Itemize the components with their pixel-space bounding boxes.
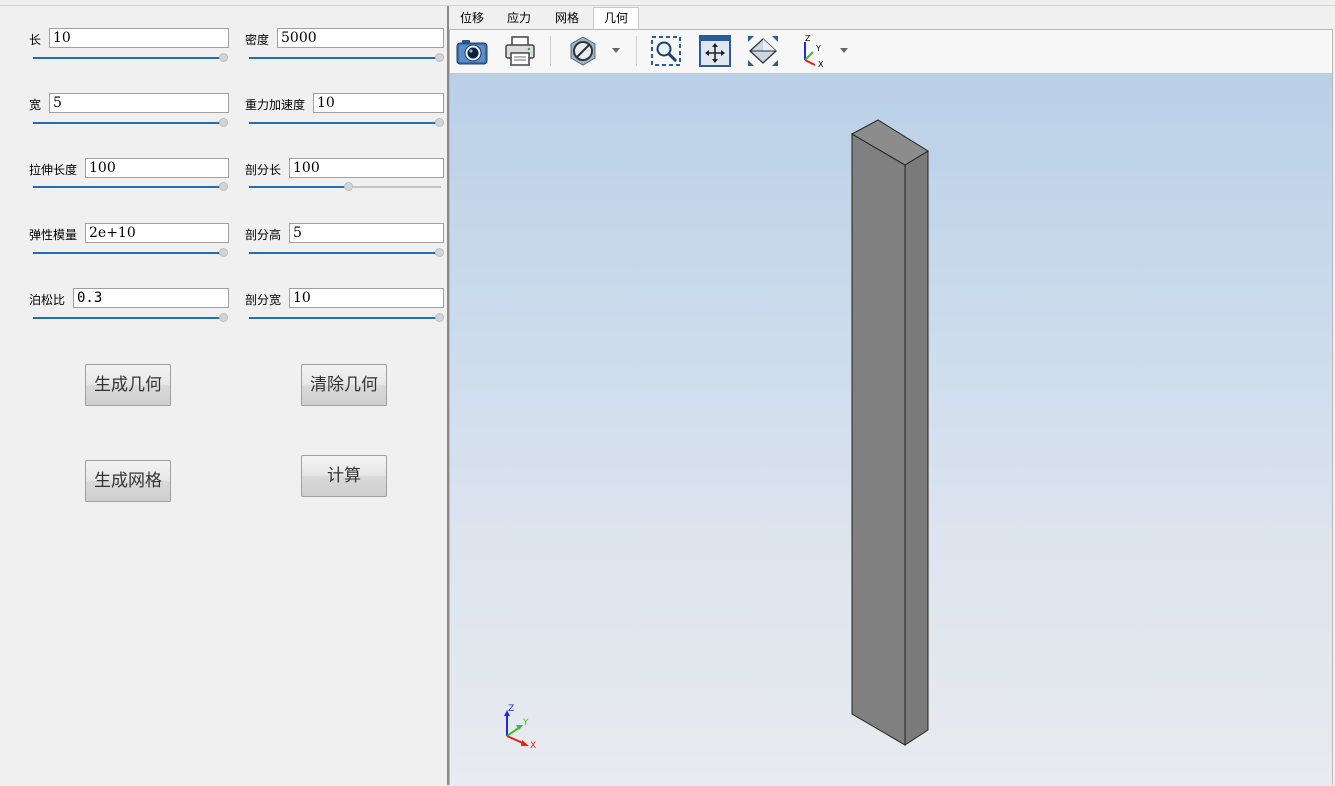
density-slider-handle[interactable]	[435, 53, 444, 62]
length-label: 长	[29, 33, 42, 47]
svg-text:Z: Z	[805, 34, 811, 43]
extrude-length-slider[interactable]	[33, 182, 228, 193]
width-label: 宽	[29, 98, 42, 112]
mesh-length-input[interactable]	[289, 158, 444, 178]
gravity-input[interactable]	[313, 93, 444, 113]
poisson-ratio-slider[interactable]	[33, 313, 228, 324]
mesh-width-input[interactable]	[289, 288, 444, 308]
mesh-height-slider-handle[interactable]	[435, 248, 444, 257]
iso-view-icon[interactable]	[746, 34, 780, 68]
mesh-height-input[interactable]	[289, 223, 444, 243]
density-label: 密度	[245, 33, 270, 47]
gravity-slider-handle[interactable]	[435, 118, 444, 127]
extrude-length-slider-handle[interactable]	[219, 182, 228, 191]
length-slider-handle[interactable]	[219, 53, 228, 62]
mesh-length-slider[interactable]	[249, 182, 444, 193]
mesh-width-label: 剖分宽	[245, 293, 282, 307]
tab-mesh[interactable]: 网格	[547, 8, 587, 29]
svg-text:X: X	[818, 60, 824, 68]
hide-icon[interactable]	[566, 34, 600, 68]
compute-button[interactable]: 计算	[301, 455, 387, 497]
width-input[interactable]	[49, 93, 229, 113]
mesh-length-slider-fill	[249, 186, 348, 188]
print-icon[interactable]	[503, 34, 537, 68]
length-slider[interactable]	[33, 53, 228, 64]
mesh-height-label: 剖分高	[245, 228, 282, 242]
beam-geometry[interactable]	[850, 119, 929, 746]
elastic-modulus-label: 弹性模量	[29, 228, 78, 242]
axes-triad-icon: Z Y X	[504, 704, 536, 751]
mesh-height-slider-fill	[249, 252, 439, 254]
gravity-slider[interactable]	[249, 118, 444, 129]
gravity-slider-fill	[249, 122, 439, 124]
toolbar-separator	[636, 36, 637, 66]
geometry-view-panel: Z Y X Z Y X	[449, 29, 1333, 786]
3d-viewport[interactable]: Z Y X	[450, 74, 1332, 786]
elastic-modulus-slider-fill	[33, 252, 223, 254]
axes-dropdown-chevron-icon[interactable]	[838, 44, 850, 56]
parameter-panel: 长 宽 拉伸长度 弹性模量 泊松比	[0, 6, 447, 785]
width-slider[interactable]	[33, 118, 228, 129]
mesh-width-slider[interactable]	[249, 313, 444, 324]
generate-geometry-button[interactable]: 生成几何	[85, 364, 171, 406]
camera-icon[interactable]	[455, 34, 489, 68]
toolbar-separator	[550, 36, 551, 66]
poisson-ratio-slider-fill	[33, 317, 223, 319]
mesh-height-slider[interactable]	[249, 248, 444, 259]
length-slider-fill	[33, 57, 223, 59]
extrude-length-input[interactable]	[85, 158, 229, 178]
tab-displacement[interactable]: 位移	[452, 8, 492, 29]
view-tab-bar: 位移 应力 网格 几何	[449, 6, 1335, 30]
hide-dropdown-chevron-icon[interactable]	[610, 44, 622, 56]
mesh-width-slider-handle[interactable]	[435, 313, 444, 322]
zoom-region-icon[interactable]	[649, 34, 683, 68]
density-slider[interactable]	[249, 53, 444, 64]
tab-stress[interactable]: 应力	[499, 8, 539, 29]
mesh-length-label: 剖分长	[245, 163, 282, 177]
fit-view-icon[interactable]	[698, 34, 732, 68]
generate-mesh-button[interactable]: 生成网格	[85, 460, 171, 502]
axis-z-label: Z	[508, 704, 514, 714]
length-input[interactable]	[49, 28, 229, 48]
density-slider-fill	[249, 57, 439, 59]
elastic-modulus-input[interactable]	[85, 223, 229, 243]
svg-text:Y: Y	[815, 44, 821, 53]
gravity-label: 重力加速度	[245, 98, 306, 112]
tab-geometry[interactable]: 几何	[593, 7, 639, 30]
elastic-modulus-slider[interactable]	[33, 248, 228, 259]
width-slider-handle[interactable]	[219, 118, 228, 127]
extrude-length-slider-fill	[33, 186, 223, 188]
axes-view-icon[interactable]: Z Y X	[795, 34, 829, 69]
density-input[interactable]	[277, 28, 444, 48]
elastic-modulus-slider-handle[interactable]	[219, 248, 228, 257]
axis-y-label: Y	[522, 718, 529, 728]
extrude-length-label: 拉伸长度	[29, 163, 78, 177]
clear-geometry-button[interactable]: 清除几何	[301, 364, 387, 406]
width-slider-fill	[33, 122, 223, 124]
poisson-ratio-input[interactable]	[73, 288, 229, 308]
poisson-ratio-slider-handle[interactable]	[219, 313, 228, 322]
axis-x-label: X	[530, 741, 536, 751]
mesh-width-slider-fill	[249, 317, 439, 319]
mesh-length-slider-handle[interactable]	[343, 182, 353, 191]
poisson-ratio-label: 泊松比	[29, 293, 66, 307]
view-toolbar: Z Y X	[450, 30, 1332, 74]
